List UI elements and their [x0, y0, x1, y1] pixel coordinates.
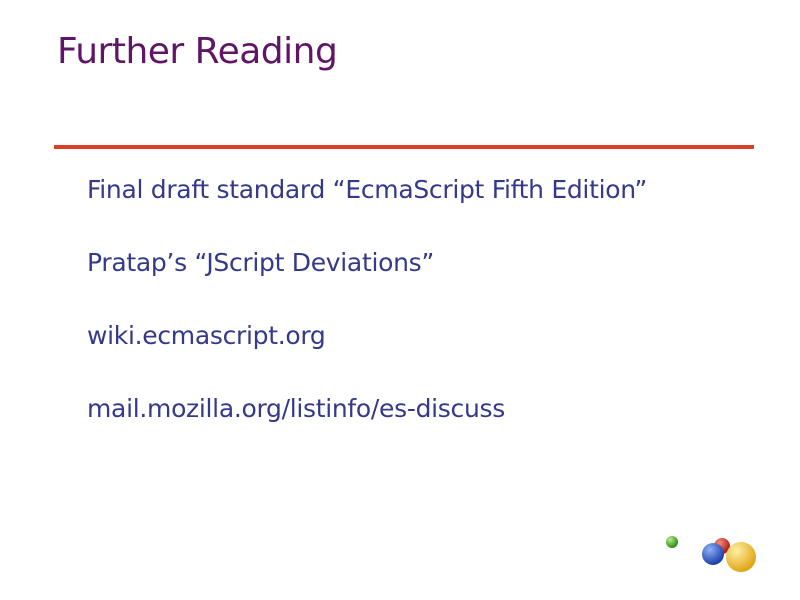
- slide: Further Reading Final draft standard “Ec…: [0, 0, 800, 600]
- slide-title: Further Reading: [57, 31, 338, 72]
- title-divider: [54, 145, 754, 149]
- green-ball-icon: [666, 536, 678, 548]
- reading-item-ecmascript-fifth-edition: Final draft standard “EcmaScript Fifth E…: [87, 175, 648, 204]
- colored-balls-logo-icon: [666, 536, 756, 572]
- reading-list: Final draft standard “EcmaScript Fifth E…: [87, 170, 647, 462]
- reading-item-jscript-deviations: Pratap’s “JScript Deviations”: [87, 248, 435, 277]
- yellow-ball-icon: [726, 542, 756, 572]
- reading-item-wiki-ecmascript: wiki.ecmascript.org: [87, 321, 326, 350]
- blue-ball-icon: [702, 543, 724, 565]
- reading-item-es-discuss: mail.mozilla.org/listinfo/es-discuss: [87, 394, 505, 423]
